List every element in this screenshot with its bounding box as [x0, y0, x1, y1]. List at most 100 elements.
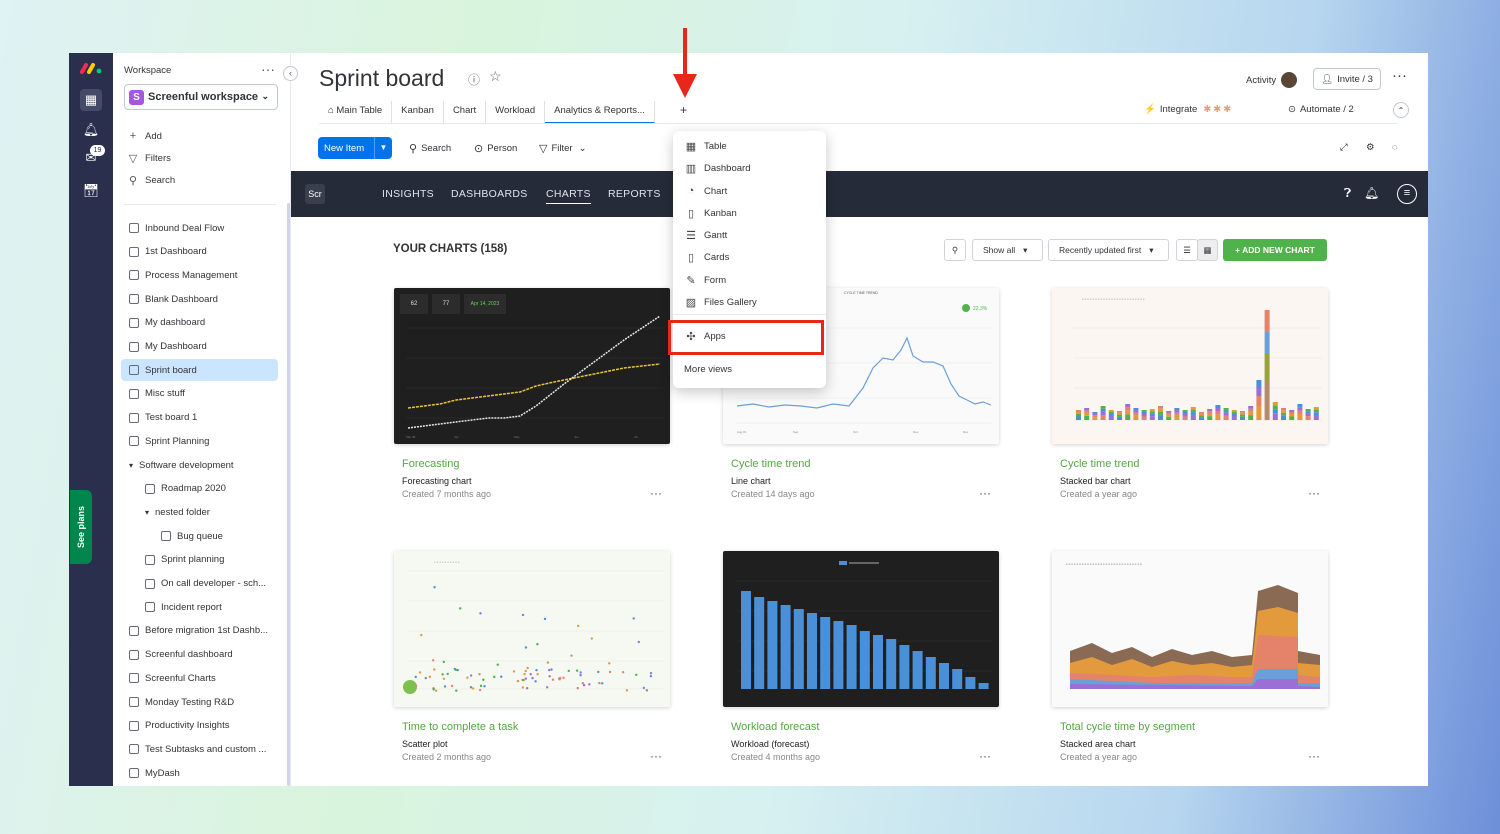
new-item-button[interactable]: New Item ▼ [318, 137, 392, 159]
activity-button[interactable]: Activity [1246, 72, 1298, 88]
collapse-header-button[interactable]: ⌃ [1393, 102, 1409, 118]
more-views-link[interactable]: More views [684, 364, 732, 375]
menu-item-table[interactable]: ▦ Table [684, 140, 727, 153]
more-icon[interactable]: ··· [979, 749, 991, 763]
card-title[interactable]: Forecasting [402, 458, 670, 470]
automate-button[interactable]: ⊙ Automate / 2 [1288, 104, 1354, 115]
card-title[interactable]: Workload forecast [731, 721, 999, 733]
notification-bell-icon[interactable]: 🔔︎ [1364, 186, 1379, 200]
sidebar-item[interactable]: Bug queue [121, 525, 278, 547]
search-charts-button[interactable]: ⚲ [944, 239, 966, 261]
filters-button[interactable]: ▽ Filters [127, 152, 171, 165]
card-title[interactable]: Total cycle time by segment [1060, 721, 1328, 733]
hamburger-menu-icon[interactable]: ≡ [1397, 184, 1417, 204]
add-new-chart-button[interactable]: + ADD NEW CHART [1223, 239, 1327, 261]
sidebar-item[interactable]: 1st Dashboard [121, 241, 278, 263]
sidebar-item[interactable]: On call developer - sch... [121, 573, 278, 595]
sidebar-item[interactable]: MyDash [121, 762, 278, 784]
more-icon[interactable]: ··· [261, 61, 275, 77]
chart-thumbnail[interactable]: 62 77 Apr 14, 2023 Mar 09 Apr May Jun Jul [394, 288, 670, 444]
card-title[interactable]: Cycle time trend [1060, 458, 1328, 470]
sidebar-item[interactable]: Sprint board [121, 359, 278, 382]
sidebar-item[interactable]: ▾ Software development [121, 454, 278, 476]
sidebar-item[interactable]: Test Subtasks and custom ... [121, 738, 278, 760]
sidebar-item[interactable]: Misc stuff [121, 383, 278, 405]
person-button[interactable]: ⊙ Person [474, 142, 517, 155]
chart-thumbnail[interactable]: ● ● ● ● ● ● ● ● ● ● [394, 551, 670, 707]
sidebar-item[interactable]: Screenful dashboard [121, 644, 278, 666]
help-icon[interactable]: ❓︎ [1344, 186, 1351, 201]
chart-card[interactable]: ■ ■ ■ ■ ■ ■ ■ ■ ■ ■ ■ ■ ■ ■ ■ ■ ■ ■ ■ ■ … [1052, 551, 1328, 763]
chart-thumbnail[interactable]: ■ ■ ■ ■ ■ ■ ■ ■ ■ ■ ■ ■ ■ ■ ■ ■ ■ ■ ■ ■ … [1052, 288, 1328, 444]
menu-item-chart[interactable]: ◔ Chart [684, 185, 728, 197]
sidebar-item[interactable]: Sprint Planning [121, 430, 278, 452]
show-all-dropdown[interactable]: Show all ▾ [972, 239, 1043, 261]
sidebar-item[interactable]: Screenful Charts [121, 667, 278, 689]
sidebar-item[interactable]: Test board 1 [121, 407, 278, 429]
sidebar-item[interactable]: ▾ nested folder [121, 501, 278, 523]
sidebar-item[interactable]: Sprint planning [121, 549, 278, 571]
sidebar-item[interactable]: Monday Testing R&D [121, 691, 278, 713]
sidebar-item[interactable]: Productivity Insights [121, 715, 278, 737]
menu-item-files-gallery[interactable]: ▨ Files Gallery [684, 296, 757, 309]
menu-item-gantt[interactable]: ☰ Gantt [684, 229, 727, 242]
comment-icon[interactable]: ◌ [1392, 142, 1398, 153]
integrate-button[interactable]: ⚡ Integrate ✱✱✱ [1144, 104, 1233, 115]
nav-reports[interactable]: REPORTS [608, 188, 661, 200]
tab-kanban[interactable]: Kanban [392, 101, 444, 124]
more-icon[interactable]: ··· [979, 486, 991, 500]
more-icon[interactable]: ··· [1308, 486, 1320, 500]
bell-icon[interactable]: 🔔︎ [80, 119, 102, 141]
sidebar-item[interactable]: Incident report [121, 596, 278, 618]
chart-card[interactable]: ■ ■ ■ ■ ■ ■ ■ ■ ■ ■ ■ ■ ■ ■ ■ ■ ■ ■ ■ ■ … [1052, 288, 1328, 500]
tab-chart[interactable]: Chart [444, 101, 487, 124]
chart-thumbnail[interactable] [723, 551, 999, 707]
menu-item-dashboard[interactable]: ▥ Dashboard [684, 162, 751, 175]
sidebar-item[interactable]: Inbound Deal Flow [121, 217, 278, 239]
sidebar-item[interactable]: Blank Dashboard [121, 288, 278, 310]
sidebar-scrollbar[interactable] [287, 203, 290, 786]
more-icon[interactable]: ··· [650, 749, 662, 763]
chart-card[interactable]: ● ● ● ● ● ● ● ● ● ● Time to complete a t… [394, 551, 670, 763]
add-button[interactable]: + Add [127, 130, 162, 142]
chart-thumbnail[interactable]: ■ ■ ■ ■ ■ ■ ■ ■ ■ ■ ■ ■ ■ ■ ■ ■ ■ ■ ■ ■ … [1052, 551, 1328, 707]
more-menu-icon[interactable]: ··· [1392, 67, 1407, 84]
search-button[interactable]: ⚲ Search [127, 174, 175, 187]
grid-icon[interactable]: ▦ [80, 89, 102, 111]
see-plans-button[interactable]: See plans [70, 490, 92, 564]
star-icon[interactable]: ☆ [489, 68, 502, 85]
nav-charts[interactable]: CHARTS [546, 188, 591, 204]
info-icon[interactable]: ⓘ [468, 71, 480, 88]
chart-card[interactable]: 62 77 Apr 14, 2023 Mar 09 Apr May Jun Jul Fo… [394, 288, 670, 500]
tab-analytics[interactable]: Analytics & Reports... [545, 101, 655, 124]
more-icon[interactable]: ··· [650, 486, 662, 500]
sidebar-item[interactable]: My dashboard [121, 312, 278, 334]
calendar-icon[interactable]: 📅︎ [80, 180, 102, 202]
sidebar-item[interactable]: Process Management [121, 264, 278, 286]
invite-button[interactable]: 👤︎ Invite / 3 [1313, 68, 1381, 90]
menu-item-kanban[interactable]: ▯ Kanban [684, 207, 737, 220]
add-view-button[interactable]: + [680, 103, 687, 117]
nav-dashboards[interactable]: DASHBOARDS [451, 188, 528, 200]
tab-main-table[interactable]: ⌂ Main Table [319, 101, 393, 124]
filter-button[interactable]: ▽ Filter ⌄ [539, 142, 587, 155]
sidebar-item[interactable]: Roadmap 2020 [121, 478, 278, 500]
expand-icon[interactable]: ⤢ [1340, 142, 1348, 153]
menu-item-form[interactable]: ✎ Form [684, 274, 726, 287]
search-button[interactable]: ⚲ Search [409, 142, 451, 155]
chevron-down-icon[interactable]: ▼ [374, 137, 392, 159]
sidebar-item[interactable]: Before migration 1st Dashb... [121, 620, 278, 642]
menu-item-cards[interactable]: ▯ Cards [684, 251, 729, 264]
card-title[interactable]: Cycle time trend [731, 458, 999, 470]
list-view-icon[interactable]: ☰ [1176, 239, 1198, 261]
sort-dropdown[interactable]: Recently updated first ▾ [1048, 239, 1169, 261]
more-icon[interactable]: ··· [1308, 749, 1320, 763]
grid-view-icon[interactable]: ▦ [1197, 239, 1218, 261]
workspace-selector[interactable]: S Screenful workspace ⌄ [124, 84, 278, 110]
sidebar-item[interactable]: My Dashboard [121, 336, 278, 358]
gear-icon[interactable]: ⚙ [1366, 142, 1375, 153]
card-title[interactable]: Time to complete a task [402, 721, 670, 733]
tab-workload[interactable]: Workload [486, 101, 546, 124]
nav-insights[interactable]: INSIGHTS [382, 188, 434, 200]
chart-card[interactable]: Workload forecast Workload (forecast) Cr… [723, 551, 999, 763]
